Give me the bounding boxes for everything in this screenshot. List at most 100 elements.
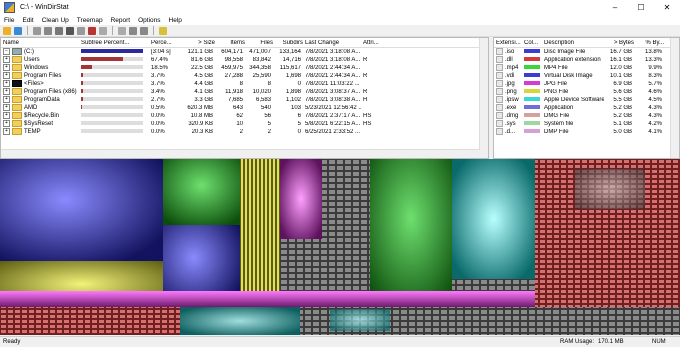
tree-row[interactable]: +ProgramData2.7%3.3 GB7,6856,5831,1027/8… [1,96,488,104]
up-arrow-icon[interactable] [33,27,41,35]
tree-row[interactable]: +Program Files3.7%4.5 GB27,28825,5901,69… [1,72,488,80]
col-last-change[interactable]: Last Change [303,40,361,46]
menu-report[interactable]: Report [107,17,135,24]
expand-toggle[interactable]: + [3,56,10,63]
directory-tree-pane[interactable]: Name Subtree Percent... Perce... > Size … [0,37,489,159]
tree-row[interactable]: +$SysReset0.0%320.9 KB10555/8/2021 6:22:… [1,120,488,128]
color-swatch [524,89,540,93]
col-percent-bytes[interactable]: % By... [634,40,664,46]
attributes-cell: R [361,89,391,95]
extension-row[interactable]: .ipswApple Device Software Upda...5.5 GB… [494,96,679,104]
expand-toggle[interactable]: − [3,48,10,55]
subdirs-cell: 133,164 [273,49,303,55]
expand-toggle[interactable]: + [3,72,10,79]
tree-row[interactable]: +$Recycle.Bin0.0%10.8 MB625667/8/2021 2:… [1,112,488,120]
num-lock-indicator: NUM [652,339,666,345]
menu-clean-up[interactable]: Clean Up [38,17,73,24]
menu-file[interactable]: File [0,17,18,24]
menu-edit[interactable]: Edit [18,17,37,24]
delete-icon[interactable] [88,27,96,35]
close-button[interactable]: ✕ [654,0,680,15]
col-percent[interactable]: Perce... [149,40,182,46]
subdirs-cell: 1,102 [273,97,303,103]
subtree-bar-cell [79,81,149,87]
expand-toggle[interactable]: + [3,128,10,135]
extension-row[interactable]: .pngPNG File5.6 GB4.6% [494,88,679,96]
file-type-icon [496,128,503,135]
tree-row[interactable]: +<Files>3.7%4.4 GB8807/8/2021 11:03:22 .… [1,80,488,88]
extension-row[interactable]: .sysSystem file5.1 GB4.2% [494,120,679,128]
extension-row[interactable]: .isoDisc Image File16.7 GB13.8% [494,48,679,56]
zoom-out-icon[interactable] [140,27,148,35]
percent-cell: 3.4% [149,89,182,95]
color-swatch [524,57,540,61]
col-subtree-percent[interactable]: Subtree Percent... [79,40,149,46]
zoom-in-icon[interactable] [129,27,137,35]
expand-toggle[interactable]: + [3,120,10,127]
extension-row[interactable]: .d...DMP File5.0 GB4.1% [494,128,679,136]
subtree-bar-cell [79,49,149,55]
extension-vertical-scrollbar[interactable] [670,38,679,158]
command-prompt-icon[interactable] [66,27,74,35]
tree-row[interactable]: +Program Files (x86)3.4%4.1 GB11,91810,0… [1,88,488,96]
col-attributes[interactable]: Attri... [361,40,391,46]
subtree-bar-cell [79,105,149,111]
tree-row[interactable]: +Users67.4%81.6 GB98,55883,84214,7167/8/… [1,56,488,64]
recycle-icon[interactable] [77,27,85,35]
expand-toggle[interactable]: + [3,112,10,119]
extension-row[interactable]: .jpgJPG File6.9 GB5.7% [494,80,679,88]
extension-list-pane[interactable]: Extensi... Col... Description > Bytes % … [493,37,680,159]
menu-help[interactable]: Help [165,17,186,24]
extension-name: .vdi [505,74,514,80]
treemap-view[interactable] [0,159,680,335]
user-defined-cleanup-icon[interactable] [118,27,126,35]
col-files[interactable]: Files [245,40,273,46]
subtree-percentage-bar [81,121,143,125]
extension-row[interactable]: .vdiVirtual Disk Image10.1 GB8.3% [494,72,679,80]
subtree-percentage-fill [81,57,123,61]
properties-icon[interactable] [99,27,107,35]
menu-treemap[interactable]: Treemap [73,17,107,24]
menu-options[interactable]: Options [134,17,164,24]
col-size[interactable]: > Size [182,40,215,46]
subtree-percentage-bar [81,81,143,85]
extension-name: .mp4 [505,66,518,72]
help-icon[interactable] [159,27,167,35]
items-cell: 459,975 [215,65,245,71]
extension-row[interactable]: .dmgDMG File5.2 GB4.3% [494,112,679,120]
extension-row[interactable]: .mp4MP4 File12.0 GB9.9% [494,64,679,72]
explorer-icon[interactable] [55,27,63,35]
tree-horizontal-scrollbar[interactable] [1,149,480,158]
extension-row[interactable]: .exeApplication5.2 GB4.3% [494,104,679,112]
bytes-cell: 16.7 GB [604,49,634,55]
col-bytes[interactable]: > Bytes [604,40,634,46]
col-name[interactable]: Name [1,40,79,46]
expand-toggle[interactable]: + [3,96,10,103]
description-cell: PNG File [542,89,604,95]
expand-toggle[interactable]: + [3,104,10,111]
tree-row[interactable]: −(C:)[3:04 s]121.1 GB604,171471,007133,1… [1,48,488,56]
last-change-cell: 7/8/2021 11:03:22 ... [303,81,361,87]
tree-row[interactable]: +AMD0.5%620.3 MB6435401035/23/2021 12:56… [1,104,488,112]
extension-row[interactable]: .dllApplication extension16.1 GB13.3% [494,56,679,64]
subtree-percentage-bar [81,89,143,93]
expand-toggle[interactable]: + [3,80,10,87]
copy-icon[interactable] [44,27,52,35]
tree-row[interactable]: +Windows18.5%22.5 GB459,975344,358115,61… [1,64,488,72]
expand-toggle[interactable]: + [3,64,10,71]
col-extension[interactable]: Extensi... [494,40,522,46]
expand-toggle[interactable]: + [3,88,10,95]
tree-vertical-scrollbar[interactable] [479,38,488,158]
col-items[interactable]: Items [215,40,245,46]
col-description[interactable]: Description [542,40,604,46]
refresh-icon[interactable] [14,27,22,35]
col-color[interactable]: Col... [522,40,542,46]
minimize-button[interactable]: – [602,0,628,15]
tree-name: $SysReset [24,122,53,128]
status-text: Ready [3,339,20,345]
bytes-cell: 5.5 GB [604,97,634,103]
col-subdirs[interactable]: Subdirs [273,40,303,46]
open-folder-icon[interactable] [3,27,11,35]
tree-row[interactable]: +TEMP0.0%20.3 KB2206/25/2021 2:33:52 ... [1,128,488,136]
maximize-button[interactable]: ☐ [628,0,654,15]
